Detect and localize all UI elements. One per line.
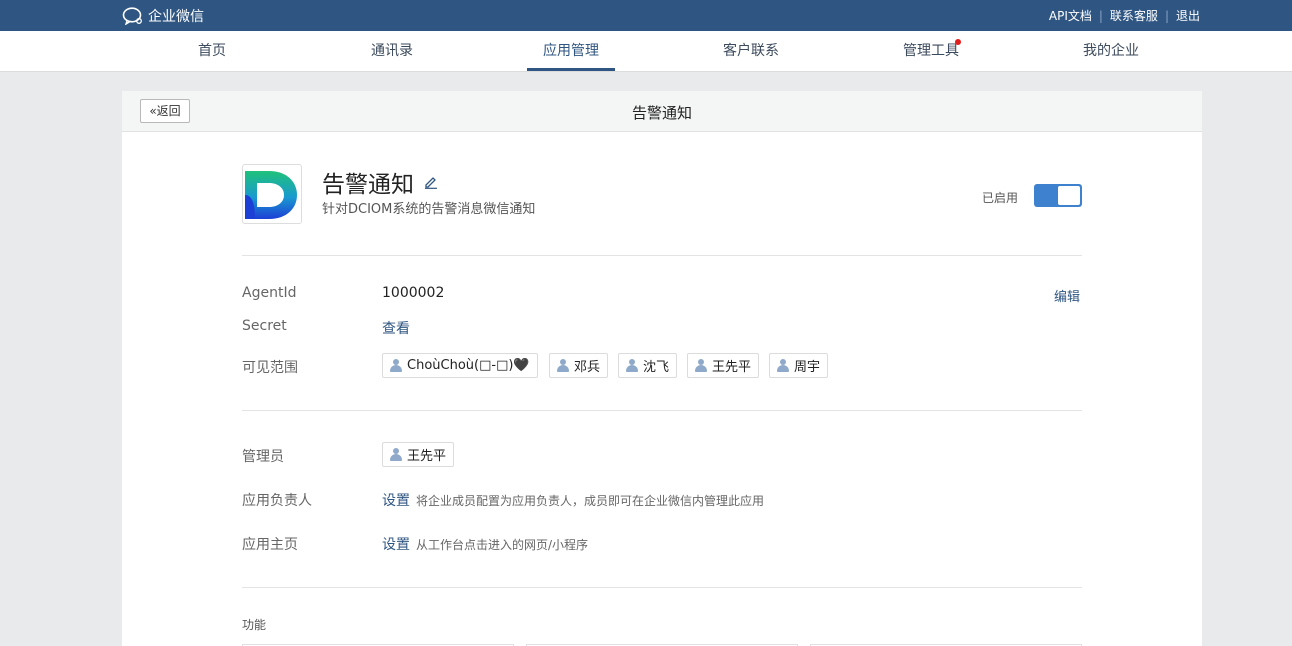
member-name: 邓兵 xyxy=(574,360,601,375)
secret-label: Secret xyxy=(242,318,287,334)
pencil-edit-icon[interactable] xyxy=(424,175,438,189)
app-logo xyxy=(242,164,302,224)
top-links: API文档 | 联系客服 | 退出 xyxy=(1049,7,1200,24)
owner-hint: 将企业成员配置为应用负责人，成员即可在企业微信内管理此应用 xyxy=(416,494,765,508)
member-tag: 王先平 xyxy=(687,353,760,378)
member-name: 沈飞 xyxy=(643,360,670,375)
homepage-label: 应用主页 xyxy=(242,537,298,553)
agentid-label: AgentId xyxy=(242,285,297,301)
admin-name: 王先平 xyxy=(407,449,447,464)
homepage-hint: 从工作台点击进入的网页/小程序 xyxy=(416,538,589,552)
person-icon xyxy=(695,359,707,372)
top-bar: 企业微信 API文档 | 联系客服 | 退出 xyxy=(0,0,1292,31)
nav-app-management[interactable]: 应用管理 xyxy=(511,31,631,71)
nav-contacts[interactable]: 通讯录 xyxy=(332,31,452,71)
app-name-text: 告警通知 xyxy=(322,172,414,198)
agentid-value: 1000002 xyxy=(382,285,445,301)
notification-dot xyxy=(955,39,961,45)
features-label: 功能 xyxy=(242,618,267,632)
member-tag: ChoùChoù(□-□)🖤 xyxy=(382,353,538,378)
nav-home[interactable]: 首页 xyxy=(152,31,272,71)
scope-label: 可见范围 xyxy=(242,360,298,376)
app-name: 告警通知 xyxy=(322,165,438,199)
api-docs-link[interactable]: API文档 xyxy=(1049,7,1092,24)
nav-management-tools[interactable]: 管理工具 xyxy=(871,31,991,71)
person-icon xyxy=(626,359,638,372)
nav-management-tools-label: 管理工具 xyxy=(903,43,959,59)
logout-link[interactable]: 退出 xyxy=(1176,7,1200,24)
wechat-work-logo-icon xyxy=(122,7,142,25)
owner-label: 应用负责人 xyxy=(242,493,312,509)
nav-customer-contact[interactable]: 客户联系 xyxy=(691,31,811,71)
member-tag: 邓兵 xyxy=(549,353,609,378)
admin-label: 管理员 xyxy=(242,449,284,465)
edit-link[interactable]: 编辑 xyxy=(1054,286,1080,305)
owner-row: 设置 将企业成员配置为应用负责人，成员即可在企业微信内管理此应用 xyxy=(382,490,764,510)
divider xyxy=(242,410,1082,411)
brand-logo[interactable]: 企业微信 xyxy=(122,6,204,26)
toggle-knob xyxy=(1058,186,1080,205)
divider xyxy=(242,255,1082,256)
contact-support-link[interactable]: 联系客服 xyxy=(1110,7,1158,24)
divider xyxy=(242,587,1082,588)
main-nav: 首页 通讯录 应用管理 客户联系 管理工具 我的企业 xyxy=(0,31,1292,72)
member-tag: 沈飞 xyxy=(618,353,678,378)
link-separator: | xyxy=(1164,8,1169,23)
brand-name: 企业微信 xyxy=(148,9,204,25)
member-name: ChoùChoù(□-□)🖤 xyxy=(407,358,530,373)
person-icon xyxy=(390,359,402,372)
app-description: 针对DCIOM系统的告警消息微信通知 xyxy=(322,202,536,217)
status-label: 已启用 xyxy=(982,191,1019,205)
set-owner-link[interactable]: 设置 xyxy=(382,493,410,509)
member-name: 王先平 xyxy=(712,360,752,375)
dciom-logo-icon xyxy=(245,171,297,219)
admin-tag: 王先平 xyxy=(382,442,455,467)
homepage-row: 设置 从工作台点击进入的网页/小程序 xyxy=(382,534,588,554)
enable-toggle[interactable] xyxy=(1034,184,1082,207)
person-icon xyxy=(390,448,402,461)
app-detail-card: «返回 告警通知 告警通知 针对DCIOM系统的告警消息微信通知 已启用 Age… xyxy=(122,91,1202,646)
view-secret-link[interactable]: 查看 xyxy=(382,318,410,338)
person-icon xyxy=(557,359,569,372)
link-separator: | xyxy=(1098,8,1103,23)
person-icon xyxy=(777,359,789,372)
nav-my-enterprise[interactable]: 我的企业 xyxy=(1051,31,1171,71)
member-tag: 周宇 xyxy=(769,353,829,378)
page-title: 告警通知 xyxy=(631,104,692,122)
member-name: 周宇 xyxy=(794,360,821,375)
card-header: «返回 告警通知 xyxy=(122,91,1202,132)
set-homepage-link[interactable]: 设置 xyxy=(382,537,410,553)
